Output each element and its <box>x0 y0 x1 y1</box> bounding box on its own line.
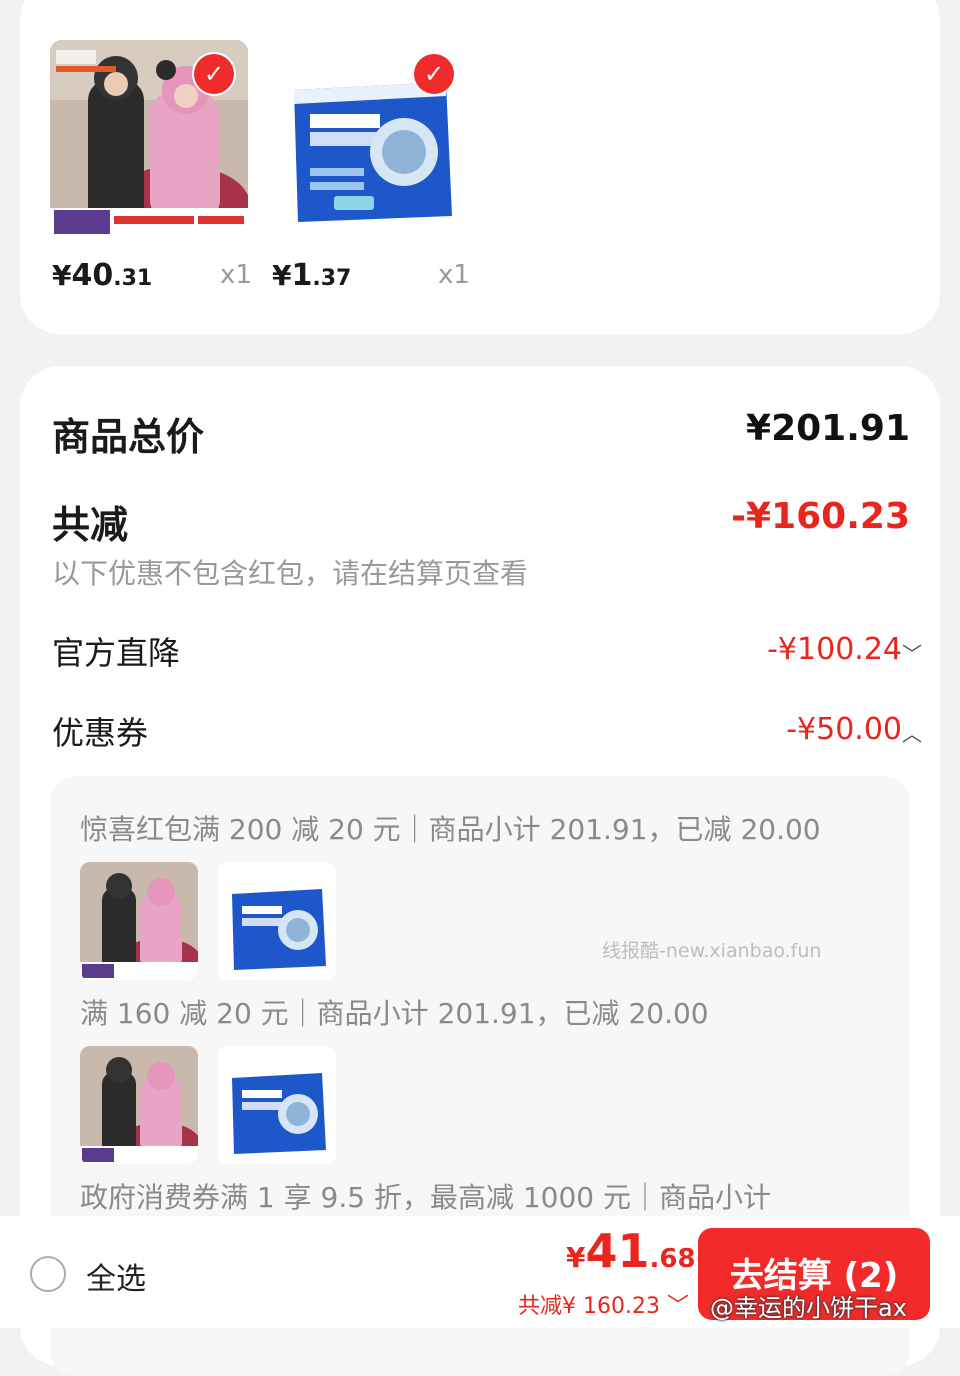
coupon-thumb-pajama <box>80 1046 198 1164</box>
checkbox-checked-product-1[interactable]: ✓ <box>194 54 234 94</box>
coupon-line-government: 政府消费券满 1 享 9.5 折，最高减 1000 元｜商品小计 <box>80 1181 772 1214</box>
payable-total: ¥41.68 <box>566 1224 696 1278</box>
coupon-line-red-packet: 惊喜红包满 200 减 20 元｜商品小计 201.91，已减 20.00 <box>80 813 821 846</box>
select-all-radio[interactable] <box>30 1256 66 1292</box>
product-1-price: ¥40.31 <box>52 258 153 293</box>
coupon-label[interactable]: 优惠券 <box>52 708 148 754</box>
total-price-value: ¥201.91 <box>746 408 910 449</box>
coupon-thumb-pajama <box>80 862 198 980</box>
official-discount-value[interactable]: -¥100.24 <box>767 632 902 667</box>
coupon-line-full-reduction: 满 160 减 20 元｜商品小计 201.91，已减 20.00 <box>80 997 709 1030</box>
total-discount-label: 共减 <box>52 503 129 547</box>
watermark-text: 线报酷-new.xianbao.fun <box>602 940 822 962</box>
chevron-up-icon[interactable]: ︿ <box>902 718 922 747</box>
coupon-thumb-washer-cleaner <box>218 1046 336 1164</box>
checkout-bar: 全选 ¥41.68 共减¥ 160.23 ﹀ 去结算 (2) @幸运的小饼干ax <box>0 1216 960 1328</box>
product-1-quantity: x1 <box>220 260 252 290</box>
selected-products-card: ✓ ✓ ¥40.31 x1 ¥1.37 x1 <box>20 0 940 334</box>
payable-discount[interactable]: 共减¥ 160.23 ﹀ <box>518 1288 689 1320</box>
coupon-value[interactable]: -¥50.00 <box>786 712 902 747</box>
checkbox-checked-product-2[interactable]: ✓ <box>414 54 454 94</box>
chevron-down-icon[interactable]: ﹀ <box>902 638 922 667</box>
total-discount-value: -¥160.23 <box>731 496 910 537</box>
coupon-thumb-washer-cleaner <box>218 862 336 980</box>
chevron-down-icon: ﹀ <box>659 1294 689 1319</box>
product-2-quantity: x1 <box>438 260 470 290</box>
discount-note: 以下优惠不包含红包，请在结算页查看 <box>52 557 529 590</box>
total-price-label: 商品总价 <box>52 415 205 459</box>
weibo-watermark: @幸运的小饼干ax <box>710 1294 907 1322</box>
official-discount-label[interactable]: 官方直降 <box>52 628 180 674</box>
product-2-price: ¥1.37 <box>272 258 352 293</box>
select-all-label[interactable]: 全选 <box>86 1254 146 1298</box>
